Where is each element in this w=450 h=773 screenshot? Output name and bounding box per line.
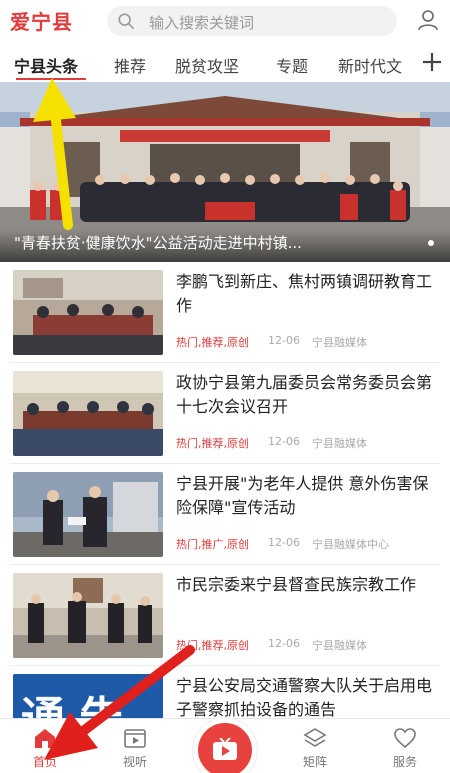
nav-matrix[interactable]: 矩阵 [280,719,350,773]
channel-tabs: 宁县头条 推荐 脱贫攻坚 专题 新时代文 [0,42,450,82]
news-item[interactable]: 李鹏飞到新庄、焦村两镇调研教育工作 热门,推荐,原创 12-06 宁县融媒体 [0,262,450,362]
nav-matrix-label: 矩阵 [302,755,327,769]
news-source: 宁县融媒体 [312,437,367,450]
active-tab-indicator [16,78,86,80]
video-icon [124,729,146,748]
user-profile-icon[interactable] [416,8,440,32]
news-source: 宁县融媒体中心 [312,538,389,551]
news-tags: 热门,推荐,原创 [176,437,249,450]
nav-service-label: 服务 [392,755,417,769]
nav-service[interactable]: 服务 [370,719,440,773]
app-header: 爱宁县 输入搜索关键词 [0,0,450,42]
banner-pager-dot [428,240,434,246]
search-bar[interactable]: 输入搜索关键词 [107,6,397,36]
nav-home-label: 首页 [32,755,57,769]
news-item[interactable]: 宁县开展"为老年人提供 意外伤害保险保障"宣传活动 热门,推广,原创 12-06… [0,464,450,564]
news-source: 宁县融媒体 [312,336,367,349]
news-item[interactable]: 市民宗委来宁县督查民族宗教工作 热门,推荐,原创 12-06 宁县融媒体 [0,565,450,665]
news-thumbnail [13,371,163,456]
news-tags: 热门,推广,原创 [176,538,249,551]
nav-video-label: 视听 [122,755,147,769]
nav-home[interactable]: 首页 [10,719,80,773]
news-date: 12-06 [268,536,300,549]
news-title[interactable]: 市民宗委来宁县督查民族宗教工作 [176,573,440,621]
news-title[interactable]: 宁县公安局交通警察大队关于启用电子警察抓拍设备的通告 [176,674,440,718]
news-thumbnail-text: 通告 [21,682,137,718]
tab-recommend[interactable]: 推荐 [114,53,146,77]
news-date: 12-06 [268,435,300,448]
news-date: 12-06 [268,637,300,650]
news-thumbnail [13,472,163,557]
center-play-button[interactable] [198,723,252,773]
news-item[interactable]: 政协宁县第九届委员会常务委员会第十七次会议召开 热门,推荐,原创 12-06 宁… [0,363,450,463]
banner-caption[interactable]: "青春扶贫·健康饮水"公益活动走进中村镇... [14,232,414,253]
search-icon [118,13,135,30]
app-logo: 爱宁县 [10,10,73,34]
tab-new-era[interactable]: 新时代文 [338,53,402,77]
add-channel-icon[interactable] [420,48,444,76]
tv-play-icon [213,738,237,760]
news-date: 12-06 [268,334,300,347]
headline-banner[interactable]: "青春扶贫·健康饮水"公益活动走进中村镇... [0,82,450,262]
news-item[interactable]: 通告 宁县公安局交通警察大队关于启用电子警察抓拍设备的通告 [0,666,450,718]
tab-headlines[interactable]: 宁县头条 [14,53,78,77]
home-icon [35,729,55,748]
news-tags: 热门,推荐,原创 [176,639,249,652]
news-source: 宁县融媒体 [312,639,367,652]
nav-video[interactable]: 视听 [100,719,170,773]
news-title[interactable]: 宁县开展"为老年人提供 意外伤害保险保障"宣传活动 [176,472,440,520]
search-input[interactable]: 输入搜索关键词 [149,12,254,33]
tab-topics[interactable]: 专题 [276,53,308,77]
news-thumbnail: 通告 [13,674,163,718]
news-thumbnail [13,573,163,658]
matrix-icon [303,728,327,747]
news-thumbnail [13,270,163,355]
news-title[interactable]: 政协宁县第九届委员会常务委员会第十七次会议召开 [176,371,440,419]
heart-icon [394,728,416,749]
tab-poverty[interactable]: 脱贫攻坚 [175,53,239,77]
news-tags: 热门,推荐,原创 [176,336,249,349]
news-title[interactable]: 李鹏飞到新庄、焦村两镇调研教育工作 [176,270,440,318]
